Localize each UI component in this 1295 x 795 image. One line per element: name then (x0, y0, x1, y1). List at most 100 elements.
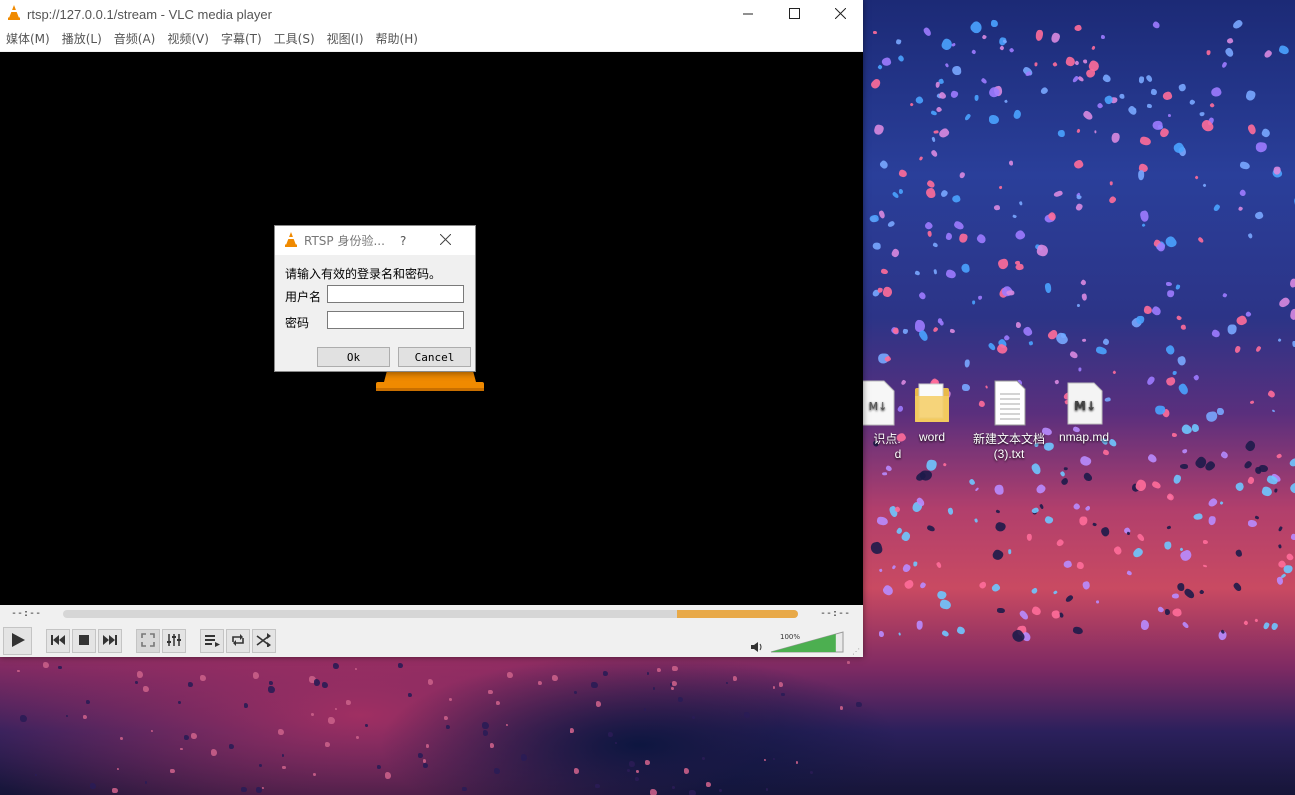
confetti-particle (1111, 132, 1120, 143)
confetti-particle (1172, 474, 1182, 485)
confetti-particle (1156, 605, 1165, 614)
confetti-particle (1057, 129, 1065, 137)
menu-subtitle[interactable]: 字幕(T) (215, 28, 268, 51)
menu-playback[interactable]: 播放(L) (56, 28, 108, 51)
desktop-icon-label: nmap.md (1058, 430, 1110, 444)
confetti-particle (996, 258, 1010, 272)
seek-slider[interactable] (63, 610, 798, 618)
next-button[interactable] (98, 629, 122, 653)
confetti-particle (933, 269, 938, 275)
confetti-particle (427, 679, 434, 685)
confetti-particle (82, 715, 88, 720)
confetti-particle (1216, 407, 1224, 415)
dialog-close-button[interactable] (439, 233, 452, 248)
confetti-particle (873, 31, 878, 35)
confetti-particle (1175, 284, 1181, 291)
confetti-particle (1209, 86, 1223, 99)
confetti-particle (116, 767, 120, 770)
confetti-particle (923, 220, 934, 231)
dialog-title: RTSP 身份验... (304, 234, 385, 248)
volume-slider[interactable] (770, 631, 844, 656)
menu-view[interactable]: 视图(I) (321, 28, 370, 51)
confetti-particle (1147, 104, 1153, 109)
desktop-icon-word[interactable]: word (893, 380, 971, 444)
loop-button[interactable] (226, 629, 250, 653)
playlist-button[interactable] (200, 629, 224, 653)
rtsp-auth-dialog: RTSP 身份验... ? 请输入有效的登录名和密码。 用户名 密码 Ok Ca… (274, 225, 476, 372)
confetti-particle (1199, 589, 1205, 595)
time-total[interactable]: --:-- (820, 608, 850, 619)
confetti-particle (950, 328, 956, 334)
shuffle-button[interactable] (252, 629, 276, 653)
title-bar[interactable]: rtsp://127.0.0.1/stream - VLC media play… (0, 0, 863, 28)
fullscreen-button[interactable] (136, 629, 160, 653)
confetti-particle (43, 661, 50, 668)
confetti-particle (1012, 214, 1018, 220)
extended-settings-button[interactable] (162, 629, 186, 653)
username-label: 用户名 (285, 290, 322, 304)
menu-audio[interactable]: 音频(A) (108, 28, 162, 51)
confetti-particle (1243, 439, 1257, 454)
close-button[interactable] (817, 0, 863, 28)
minimize-icon (743, 7, 753, 22)
speaker-icon[interactable] (750, 641, 764, 656)
confetti-particle (1239, 188, 1248, 197)
cancel-button[interactable]: Cancel (398, 347, 471, 367)
confetti-particle (1176, 382, 1190, 396)
confetti-particle (1136, 533, 1146, 542)
confetti-particle (1254, 345, 1262, 354)
menu-help[interactable]: 帮助(H) (370, 28, 424, 51)
confetti-particle (779, 682, 784, 687)
help-button[interactable]: ? (400, 234, 440, 248)
confetti-particle (364, 723, 368, 727)
confetti-particle (17, 670, 20, 673)
confetti-particle (1019, 200, 1024, 206)
minimize-button[interactable] (725, 0, 771, 28)
confetti-particle (1232, 18, 1244, 31)
confetti-particle (993, 521, 1007, 533)
menu-media[interactable]: 媒体(M) (0, 28, 56, 51)
desktop-icon-nmap-md[interactable]: M↓ nmap.md (1045, 380, 1123, 444)
confetti-particle (1040, 86, 1050, 95)
confetti-particle (488, 689, 493, 695)
password-input[interactable] (327, 311, 464, 329)
confetti-particle (1172, 370, 1177, 375)
confetti-particle (252, 672, 260, 679)
desktop-icon-new-text-doc[interactable]: 新建文本文档 (3).txt (970, 380, 1048, 461)
confetti-particle (950, 90, 960, 100)
username-input[interactable] (327, 285, 464, 303)
stop-button[interactable] (72, 629, 96, 653)
confetti-particle (937, 126, 951, 140)
confetti-particle (89, 782, 96, 790)
confetti-particle (763, 758, 766, 761)
confetti-particle (1244, 90, 1256, 102)
confetti-particle (1076, 303, 1081, 308)
confetti-particle (58, 666, 62, 670)
confetti-particle (1082, 109, 1095, 121)
confetti-particle (398, 663, 404, 668)
confetti-particle (267, 686, 275, 694)
maximize-button[interactable] (771, 0, 817, 28)
confetti-particle (1099, 525, 1111, 538)
confetti-particle (1095, 346, 1108, 356)
confetti-particle (144, 780, 148, 784)
confetti-particle (919, 581, 927, 589)
confetti-particle (969, 20, 985, 36)
confetti-particle (1289, 456, 1295, 468)
previous-button[interactable] (46, 629, 70, 653)
ok-button[interactable]: Ok (317, 347, 390, 367)
resize-grip-icon[interactable]: ⋰ (852, 647, 860, 656)
menu-tools[interactable]: 工具(S) (268, 28, 321, 51)
confetti-particle (878, 630, 885, 638)
play-button[interactable] (3, 627, 32, 655)
confetti-particle (936, 81, 941, 88)
confetti-particle (975, 233, 988, 245)
confetti-particle (1035, 29, 1044, 42)
dialog-title-bar[interactable]: RTSP 身份验... ? (275, 226, 475, 255)
confetti-particle (1163, 540, 1172, 550)
playlist-icon (204, 633, 220, 650)
menu-video[interactable]: 视频(V) (161, 28, 215, 51)
confetti-particle (878, 158, 889, 170)
confetti-particle (1034, 61, 1038, 67)
confetti-particle (887, 220, 896, 228)
